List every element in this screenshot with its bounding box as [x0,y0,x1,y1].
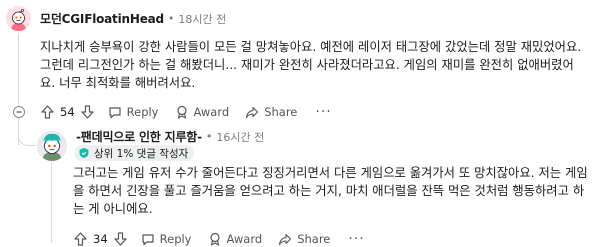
comment-meta: -팬데믹으로 인한 지루함- • 16시간 전 [76,128,264,145]
snoo-avatar-icon [37,131,67,161]
comment-reply: -팬데믹으로 인한 지루함- • 16시간 전 상위 1% 댓글 작성자 그러고… [0,125,600,247]
reply-label: Reply [159,232,192,246]
avatar[interactable] [37,131,67,161]
downvote-icon[interactable] [114,232,127,246]
snoo-avatar-icon [6,6,31,31]
upvote-icon[interactable] [74,232,87,246]
comment-body: 그러고는 게임 유저 수가 줄어든다고 징징거리면서 다른 게임으로 옮겨가서 … [73,166,588,216]
separator-dot: • [205,130,213,143]
timestamp[interactable]: 16시간 전 [216,129,264,145]
share-label: Share [264,105,298,119]
award-label: Award [226,232,263,246]
vote-count: 34 [93,232,108,246]
comment-meta: 모던CGIFloatinHead • 18시간 전 [40,10,226,27]
comment-body: 지나치게 승부욕이 강한 사람들이 모든 걸 망쳐놓아요. 예전에 레이저 태그… [40,40,582,90]
award-icon [209,232,220,246]
share-button[interactable]: Share [245,105,297,119]
action-row: 54 Reply Award Share ··· [41,102,332,122]
separator-dot: • [167,12,175,25]
share-button[interactable]: Share [278,232,330,246]
more-options-button[interactable]: ··· [315,104,331,120]
award-icon [176,105,187,119]
username[interactable]: -팬데믹으로 인한 지루함- [76,128,202,145]
avatar[interactable] [6,6,31,31]
username[interactable]: 모던CGIFloatinHead [40,10,164,27]
more-options-button[interactable]: ··· [348,231,364,247]
timestamp[interactable]: 18시간 전 [178,11,226,27]
share-label: Share [297,232,331,246]
vote-group: 54 [41,105,94,119]
share-icon [246,106,259,118]
comment: 모던CGIFloatinHead • 18시간 전 지나치게 승부욕이 강한 사… [0,0,600,125]
vote-count: 54 [60,105,75,119]
action-row: 34 Reply Award Share ··· [74,229,365,247]
upvote-icon[interactable] [41,105,54,119]
shield-icon [79,148,89,158]
comment-bubble-icon [109,106,121,118]
award-label: Award [193,105,230,119]
vote-group: 34 [74,232,127,246]
award-button[interactable]: Award [175,105,230,119]
user-flair: 상위 1% 댓글 작성자 [74,145,195,161]
flair-label: 상위 1% 댓글 작성자 [94,147,189,160]
award-button[interactable]: Award [208,232,263,246]
comment-bubble-icon [142,233,154,245]
reply-label: Reply [126,105,159,119]
downvote-icon[interactable] [81,105,94,119]
reply-button[interactable]: Reply [108,105,159,119]
reply-button[interactable]: Reply [141,232,192,246]
share-icon [279,233,292,245]
